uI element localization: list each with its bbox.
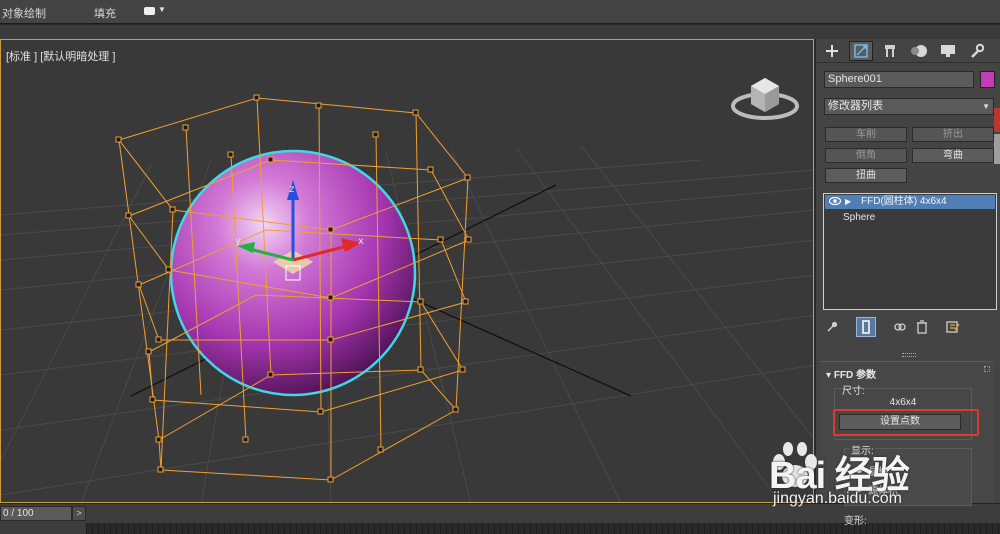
command-panel-tabs: [816, 39, 1000, 63]
toolbar-spacer: [0, 25, 1000, 39]
dimensions-value: 4x6x4: [889, 397, 917, 408]
fill-swatch-icon: [144, 7, 155, 15]
hierarchy-icon: [885, 45, 895, 57]
fill-menu[interactable]: 填充: [94, 5, 116, 21]
stack-item-ffd[interactable]: ▶ FFD(圆柱体) 4x6x4: [825, 195, 995, 209]
plus-icon: [826, 45, 838, 57]
perspective-grid: [1, 145, 813, 502]
create-tab[interactable]: [820, 41, 844, 61]
motion-icon: [911, 45, 927, 57]
annotation-highlight-box: [833, 409, 979, 436]
time-slider[interactable]: 0 / 100: [0, 506, 72, 521]
fill-dropdown-button[interactable]: ▼: [144, 5, 166, 18]
object-paint-menu[interactable]: 对象绘制: [2, 5, 46, 21]
stack-toolbar: [816, 317, 1000, 337]
display-tab[interactable]: [936, 41, 960, 61]
make-unique-button[interactable]: [890, 317, 910, 337]
modify-icon: [854, 44, 868, 58]
configure-sets-button[interactable]: [943, 317, 963, 337]
perspective-viewport[interactable]: z x y [标准 ] [默认明暗处理 ]: [0, 39, 814, 503]
axis-x-label: x: [358, 236, 364, 247]
hierarchy-tab[interactable]: [878, 41, 902, 61]
baidu-jingyan-watermark: Bai 经验 jingyan.baidu.com: [765, 440, 995, 516]
dimensions-label: 尺寸:: [842, 386, 865, 397]
remove-modifier-button[interactable]: [912, 317, 932, 337]
object-color-swatch[interactable]: [980, 71, 995, 88]
viewport-label[interactable]: [标准 ] [默认明暗处理 ]: [6, 48, 115, 64]
viewport-scene[interactable]: z x y: [1, 40, 814, 503]
configure-icon: [946, 321, 960, 333]
stack-item-sphere[interactable]: Sphere: [843, 211, 875, 225]
next-frame-button[interactable]: >: [72, 506, 86, 521]
pin-stack-button[interactable]: [822, 317, 842, 337]
object-name-field[interactable]: Sphere001: [824, 71, 974, 88]
rollout-divider-handle[interactable]: [902, 353, 916, 357]
rollout-grip-icon[interactable]: [984, 366, 990, 372]
axis-z-label: z: [289, 184, 294, 195]
expand-arrow-icon[interactable]: ▶: [845, 195, 851, 209]
viewcube: [731, 78, 799, 120]
lathe-button[interactable]: 车削: [825, 127, 907, 142]
ffd-rollout-title: FFD 参数: [833, 370, 877, 381]
pin-icon: [827, 321, 838, 332]
panel-scroll-indicator-red: [994, 108, 1000, 132]
end-result-icon: [862, 320, 870, 334]
top-toolbar: 对象绘制 填充 ▼: [0, 0, 1000, 24]
panel-scrollbar[interactable]: [994, 134, 1000, 164]
modifier-list-label: 修改器列表: [828, 100, 883, 112]
utilities-tab[interactable]: [965, 41, 989, 61]
chamfer-button[interactable]: 倒角: [825, 148, 907, 163]
watermark-url: jingyan.baidu.com: [773, 490, 902, 507]
show-end-result-button[interactable]: [856, 317, 876, 337]
chevron-down-icon: ▼: [982, 102, 990, 111]
twist-button[interactable]: 扭曲: [825, 168, 907, 183]
motion-tab[interactable]: [907, 41, 931, 61]
axis-y-label: y: [235, 236, 241, 247]
modifier-stack: ▶ FFD(圆柱体) 4x6x4 Sphere: [823, 193, 997, 310]
eye-icon: [829, 196, 841, 206]
modify-tab[interactable]: [849, 41, 873, 61]
make-unique-icon: [894, 323, 906, 331]
wrench-icon: [971, 43, 985, 58]
collapse-arrow-icon: ▾: [826, 370, 834, 381]
trash-icon: [917, 320, 927, 334]
extrude-button[interactable]: 挤出: [912, 127, 994, 142]
ffd-rollout-header[interactable]: ▾ FFD 参数: [826, 366, 876, 381]
chevron-down-icon: ▼: [158, 5, 166, 14]
stack-item-ffd-label: FFD(圆柱体) 4x6x4: [861, 196, 947, 207]
monitor-icon: [941, 45, 955, 57]
modifier-list-dropdown[interactable]: 修改器列表 ▼: [824, 98, 994, 115]
bend-button[interactable]: 弯曲: [912, 148, 994, 163]
